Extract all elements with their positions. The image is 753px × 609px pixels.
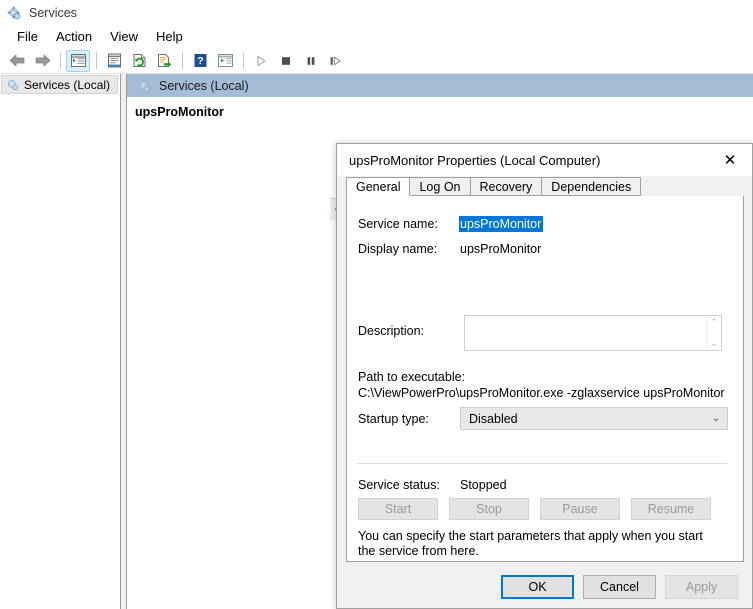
dialog-title: upsProMonitor Properties (Local Computer… [349, 152, 601, 168]
refresh-button[interactable] [127, 50, 151, 72]
start-service-icon [254, 54, 268, 68]
service-status-label: Service status: [358, 478, 440, 492]
selected-service-heading: upsProMonitor [135, 105, 224, 119]
show-hide-action-pane-button[interactable] [213, 50, 237, 72]
pause-button[interactable]: Pause [540, 498, 620, 520]
tab-recovery[interactable]: Recovery [469, 177, 543, 196]
toolbar: ? [0, 48, 753, 74]
chevron-down-icon[interactable]: ⌄ [710, 339, 718, 348]
right-pane-header-label: Services (Local) [159, 78, 249, 93]
start-service-button[interactable] [249, 50, 273, 72]
stop-button[interactable]: Stop [449, 498, 529, 520]
toolbar-separator-1 [60, 52, 61, 69]
services-gear-icon [7, 6, 22, 21]
restart-service-button[interactable] [324, 50, 348, 72]
dialog-footer: OK Cancel Apply [337, 564, 752, 608]
path-to-executable-value: C:\ViewPowerPro\upsProMonitor.exe -zglax… [358, 386, 725, 400]
menu-view[interactable]: View [101, 27, 147, 47]
menubar: File Action View Help [0, 26, 753, 48]
forward-icon [33, 53, 52, 68]
resume-button[interactable]: Resume [631, 498, 711, 520]
tree-node-services-local[interactable]: Services (Local) [1, 75, 118, 94]
display-name-label: Display name: [358, 242, 438, 256]
startup-type-combobox[interactable]: Disabled ⌄ [460, 407, 728, 430]
refresh-icon [132, 53, 147, 68]
back-icon [8, 53, 27, 68]
menu-help[interactable]: Help [147, 27, 192, 47]
show-hide-action-pane-icon [217, 53, 234, 68]
ok-button[interactable]: OK [501, 575, 574, 599]
pause-service-button[interactable] [299, 50, 323, 72]
right-pane-gear-icon [137, 79, 151, 93]
right-pane-header: Services (Local) [127, 74, 753, 97]
toolbar-separator-3 [182, 52, 183, 69]
export-list-button[interactable] [152, 50, 176, 72]
properties-icon [107, 53, 122, 68]
description-scrollbar[interactable]: ⌃ ⌄ [706, 316, 721, 350]
restart-service-icon [328, 54, 344, 68]
chevron-up-icon[interactable]: ⌃ [710, 318, 718, 327]
close-icon[interactable]: ✕ [708, 144, 752, 175]
apply-button[interactable]: Apply [665, 575, 738, 599]
window-title: Services [29, 6, 77, 20]
stop-service-icon [279, 54, 293, 68]
console-tree-pane: Services (Local) [0, 74, 121, 609]
startup-type-label: Startup type: [358, 412, 429, 426]
menu-action[interactable]: Action [47, 27, 101, 47]
menu-file[interactable]: File [8, 27, 47, 47]
tab-general[interactable]: General [346, 177, 411, 196]
svg-text:?: ? [197, 55, 203, 67]
tree-node-label: Services (Local) [24, 77, 111, 92]
display-name-value[interactable]: upsProMonitor [460, 242, 541, 256]
help-icon: ? [193, 53, 208, 68]
tab-dependencies[interactable]: Dependencies [541, 177, 642, 196]
chevron-down-icon: ⌄ [711, 413, 721, 424]
service-name-value[interactable]: upsProMonitor [459, 216, 544, 232]
dialog-titlebar: upsProMonitor Properties (Local Computer… [337, 144, 752, 176]
help-button[interactable]: ? [188, 50, 212, 72]
start-button[interactable]: Start [358, 498, 438, 520]
stop-service-button[interactable] [274, 50, 298, 72]
description-textarea[interactable]: ⌃ ⌄ [464, 315, 722, 351]
tab-log-on[interactable]: Log On [409, 177, 471, 196]
cancel-button[interactable]: Cancel [583, 575, 656, 599]
description-label: Description: [358, 324, 424, 338]
divider-1 [357, 463, 727, 464]
window-titlebar: Services [0, 0, 753, 26]
path-to-executable-label: Path to executable: [358, 370, 466, 384]
properties-button[interactable] [102, 50, 126, 72]
tab-panel-general: Service name: upsProMonitor Display name… [346, 196, 744, 591]
forward-button[interactable] [30, 50, 54, 72]
toolbar-separator-4 [243, 52, 244, 69]
back-button[interactable] [5, 50, 29, 72]
service-properties-dialog: upsProMonitor Properties (Local Computer… [336, 143, 753, 609]
show-hide-console-tree-button[interactable] [66, 49, 90, 72]
start-parameters-hint: You can specify the start parameters tha… [358, 529, 703, 558]
toolbar-separator-2 [96, 52, 97, 69]
service-name-label: Service name: [358, 217, 438, 231]
services-tree-gear-icon [6, 78, 19, 91]
dialog-tabstrip: General Log On Recovery Dependencies [346, 177, 744, 197]
service-status-value: Stopped [460, 478, 507, 492]
show-hide-console-tree-icon [70, 53, 87, 68]
services-window: Services File Action View Help ? Service… [0, 0, 753, 609]
startup-type-value: Disabled [469, 411, 518, 426]
pause-service-icon [304, 54, 318, 68]
export-list-icon [157, 53, 172, 68]
